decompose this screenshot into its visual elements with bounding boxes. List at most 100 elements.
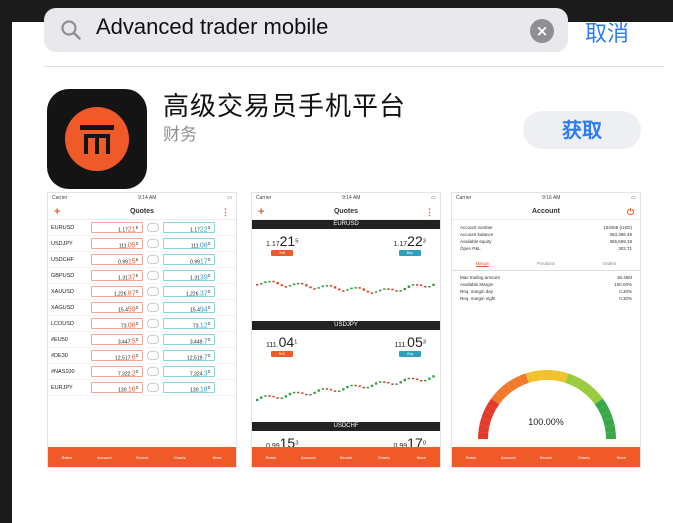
add-icon: +: [54, 206, 61, 218]
ask-pips: 18: [199, 386, 208, 394]
carrier-label: Carrier: [456, 195, 472, 201]
battery-icon: ▭: [227, 195, 232, 201]
quote-symbol: GBPUSD: [51, 272, 75, 279]
candle: [358, 385, 361, 387]
quote-row[interactable]: EURJPY 130.160 130.180: [48, 380, 236, 396]
tab-rates: Rates: [61, 454, 73, 460]
ask-pips: 39: [199, 274, 208, 282]
screenshot-account[interactable]: Carrier 9:16 AM ▭ Account ⏻ Account numb…: [451, 192, 641, 468]
quote-row[interactable]: XAUUSD 1,226.870 1,226.370: [48, 284, 236, 300]
screenshot-quotes[interactable]: Carrier 9:14 AM ▭ + Quotes ⋮ EURUSD 1.172…: [47, 192, 237, 468]
candle: [288, 285, 292, 287]
bid-fraction: 0: [135, 337, 138, 342]
bid-price: 73.060: [91, 318, 143, 330]
margin-list: Max trading amount 36.46M Available Margin…: [452, 271, 640, 302]
nav-bar: Account ⏻: [452, 204, 640, 220]
spread-badge: [147, 255, 159, 264]
quote-row[interactable]: USDJPY 111.050 111.060: [48, 236, 236, 252]
candle: [260, 396, 263, 399]
search-query: Advanced trader mobile: [96, 14, 329, 39]
gauge-segment: [565, 373, 576, 386]
bid-pips: 16: [127, 386, 136, 394]
sell-fraction: 3: [295, 440, 299, 447]
gauge-segment: [532, 370, 541, 382]
candle: [317, 389, 320, 392]
sell-price: 1.17215 Sell: [266, 233, 298, 256]
bid-fraction: 0: [135, 321, 138, 326]
clear-icon[interactable]: ×: [530, 19, 554, 43]
gauge-segment: [570, 375, 582, 388]
bid-price: 130.160: [91, 382, 143, 394]
screenshot-charts[interactable]: Carrier 9:14 AM ▭ + Quotes ⋮ EURUSD 1.172…: [251, 192, 441, 468]
nav-bar: + Quotes ⋮: [48, 204, 236, 220]
status-time: 9:16 AM: [542, 195, 561, 201]
sell-button[interactable]: Sell: [270, 351, 293, 357]
ask-prefix: 3,449.: [189, 339, 204, 346]
sell-button[interactable]: Sell: [271, 250, 294, 256]
power-icon: ⏻: [626, 207, 634, 217]
bid-price: 3,447.50: [91, 334, 143, 346]
row-value: 302.71: [618, 246, 632, 251]
quote-row[interactable]: GBPUSD 1.31375 1.31390: [48, 268, 236, 284]
tab-rates: Rates: [465, 454, 477, 460]
search-input[interactable]: Advanced trader mobile ×: [44, 8, 568, 52]
candle: [260, 283, 263, 285]
ask-price: 0.99170: [163, 254, 215, 266]
quote-row[interactable]: #EU50 3,447.50 3,449.70: [48, 332, 236, 348]
row-value: 36.46M: [616, 275, 632, 280]
ask-fraction: 3: [207, 225, 210, 230]
bid-prefix: 0.99: [118, 259, 128, 266]
search-icon: [61, 20, 81, 40]
window-frame-left: [0, 0, 12, 523]
app-name[interactable]: 高级交易员手机平台: [163, 86, 406, 123]
quote-symbol: XAUUSD: [51, 288, 74, 295]
buy-prefix: 111.: [394, 342, 408, 349]
row-value: 363,366.48: [609, 232, 632, 237]
candle: [313, 288, 316, 290]
candle: [317, 287, 320, 289]
price-box: 111.041 Sell 111.053 Buy: [252, 330, 440, 361]
bid-fraction: 0: [135, 241, 138, 246]
app-icon[interactable]: [47, 89, 147, 189]
candle: [276, 282, 279, 285]
spread-badge: [147, 223, 159, 232]
spread-badge: [147, 335, 159, 344]
candle: [309, 286, 312, 289]
carrier-label: Carrier: [256, 195, 272, 201]
quote-row[interactable]: #NAS100 7,322.20 7,324.30: [48, 364, 236, 380]
quote-row[interactable]: #DE30 12,517.60 12,519.70: [48, 348, 236, 364]
bid-prefix: 7,322.: [117, 371, 132, 378]
nav-title: Quotes: [129, 208, 155, 215]
quote-row[interactable]: USDCHF 0.99156 0.99170: [48, 252, 236, 268]
ask-fraction: 0: [207, 321, 210, 326]
candle: [256, 398, 259, 401]
quote-row[interactable]: XAGUSD 15.4590 15.4940: [48, 300, 236, 316]
quote-symbol: #DE30: [51, 352, 68, 359]
status-time: 9:14 AM: [342, 195, 361, 201]
quote-row[interactable]: LCOUSD 73.060 73.120: [48, 316, 236, 332]
candle: [415, 284, 419, 286]
bid-pips: 37: [127, 274, 136, 282]
candle: [374, 382, 378, 385]
candle: [383, 288, 386, 290]
buy-button[interactable]: Buy: [398, 250, 421, 256]
candle: [420, 379, 423, 382]
row-label: Req. margin night: [460, 296, 496, 301]
cancel-button[interactable]: 取消: [585, 16, 629, 48]
bid-fraction: 6: [135, 257, 138, 262]
spread-badge: [147, 351, 159, 360]
ask-price: 73.120: [163, 318, 215, 330]
ask-price: 3,449.70: [163, 334, 215, 346]
get-button[interactable]: 获取: [523, 111, 641, 149]
buy-button[interactable]: Buy: [399, 351, 422, 357]
bid-price: 15.4590: [91, 302, 143, 314]
ask-pips: 17: [199, 258, 208, 266]
candle: [325, 388, 329, 390]
candle: [297, 282, 300, 285]
candle: [313, 391, 316, 394]
buy-pips: 22: [407, 233, 423, 249]
quote-row[interactable]: EURUSD 1.17215 1.17223: [48, 220, 236, 236]
candle: [403, 287, 406, 291]
pair-list: EURUSD 1.17215 Sell 1.17223 Buy USDJPY 111.041…: [252, 220, 440, 462]
candle: [338, 288, 341, 291]
